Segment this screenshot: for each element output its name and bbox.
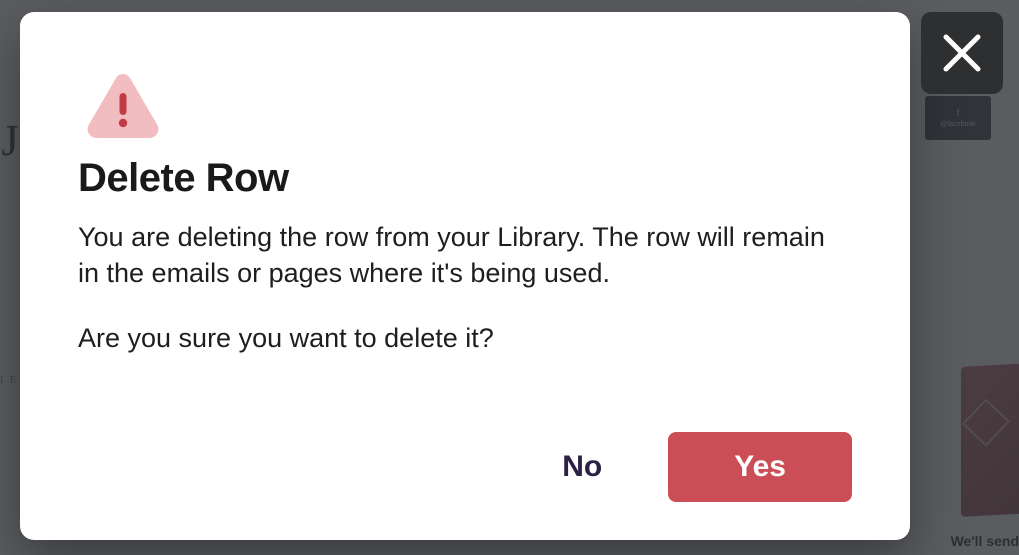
warning-icon [86,72,160,138]
dialog-body: You are deleting the row from your Libra… [78,219,852,292]
dialog-actions: No Yes [78,432,852,502]
close-icon [940,31,984,75]
dialog-confirm-question: Are you sure you want to delete it? [78,320,852,356]
delete-row-dialog: Delete Row You are deleting the row from… [20,12,910,540]
close-button[interactable] [921,12,1003,94]
yes-button[interactable]: Yes [668,432,852,502]
no-button[interactable]: No [542,436,622,498]
dialog-title: Delete Row [78,156,852,201]
